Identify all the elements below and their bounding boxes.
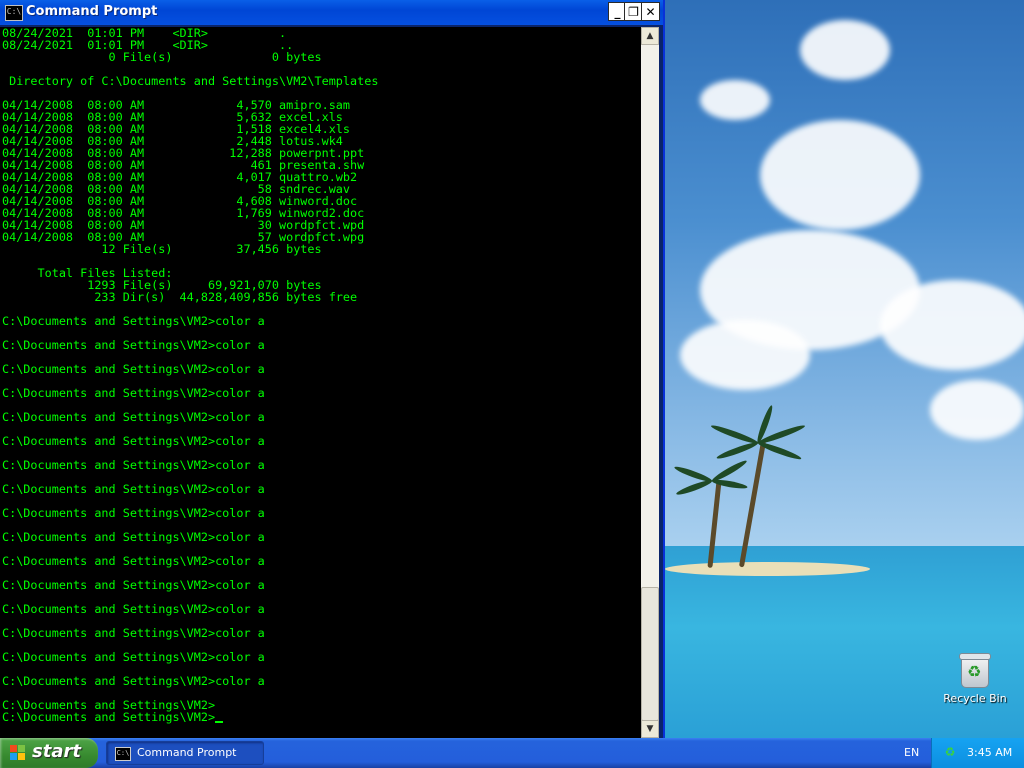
close-button[interactable]: ✕ <box>641 2 660 21</box>
windows-flag-icon <box>10 745 26 761</box>
console-output: 08/24/2021 01:01 PM <DIR> . 08/24/2021 01… <box>0 27 641 723</box>
console-line: C:\Documents and Settings\VM2>color a <box>2 314 265 328</box>
start-label: start <box>32 741 81 762</box>
console-line: C:\Documents and Settings\VM2>color a <box>2 530 265 544</box>
console-line: C:\Documents and Settings\VM2>color a <box>2 362 265 376</box>
vertical-scrollbar[interactable]: ▲ ▼ <box>641 27 659 738</box>
taskbar: start C:\ Command Prompt EN ♻ 3:45 AM <box>0 738 1024 768</box>
text-cursor <box>215 721 224 723</box>
console-line: Directory of C:\Documents and Settings\V… <box>2 74 379 88</box>
console-line: C:\Documents and Settings\VM2> <box>2 711 641 723</box>
island <box>665 562 870 576</box>
console-line: C:\Documents and Settings\VM2>color a <box>2 554 265 568</box>
recycle-bin-icon <box>959 653 991 688</box>
title-bar[interactable]: C:\ Command Prompt _ ❐ ✕ <box>0 0 663 25</box>
console-line: 12 File(s) 37,456 bytes <box>2 242 322 256</box>
start-button[interactable]: start <box>0 738 98 768</box>
console-line: C:\Documents and Settings\VM2>color a <box>2 338 265 352</box>
console-line: C:\Documents and Settings\VM2>color a <box>2 650 265 664</box>
console-line: C:\Documents and Settings\VM2>color a <box>2 410 265 424</box>
scroll-up-button[interactable]: ▲ <box>641 27 659 45</box>
console-line: C:\Documents and Settings\VM2>color a <box>2 434 265 448</box>
system-tray: ♻ 3:45 AM <box>931 738 1024 768</box>
scroll-thumb[interactable] <box>641 587 659 721</box>
desktop-icon-label: Recycle Bin <box>943 692 1007 705</box>
command-prompt-window[interactable]: C:\ Command Prompt _ ❐ ✕ 08/24/2021 01:0… <box>0 0 665 738</box>
console-line: C:\Documents and Settings\VM2>color a <box>2 626 265 640</box>
console-line: C:\Documents and Settings\VM2>color a <box>2 482 265 496</box>
console-line: C:\Documents and Settings\VM2>color a <box>2 674 265 688</box>
console-line: C:\Documents and Settings\VM2>color a <box>2 602 265 616</box>
console-area[interactable]: 08/24/2021 01:01 PM <DIR> . 08/24/2021 01… <box>0 27 641 738</box>
console-line: 0 File(s) 0 bytes <box>2 50 322 64</box>
console-line: C:\Documents and Settings\VM2>color a <box>2 458 265 472</box>
language-indicator[interactable]: EN <box>904 746 919 759</box>
desktop-icon-recycle-bin[interactable]: Recycle Bin <box>942 653 1008 705</box>
console-line: 233 Dir(s) 44,828,409,856 bytes free <box>2 290 358 304</box>
clock[interactable]: 3:45 AM <box>967 746 1012 759</box>
taskbar-item-command-prompt[interactable]: C:\ Command Prompt <box>106 741 264 765</box>
command-prompt-icon: C:\ <box>115 747 131 761</box>
console-line: C:\Documents and Settings\VM2>color a <box>2 578 265 592</box>
console-line: C:\Documents and Settings\VM2>color a <box>2 386 265 400</box>
console-line: C:\Documents and Settings\VM2>color a <box>2 506 265 520</box>
window-title: Command Prompt <box>26 4 158 19</box>
command-prompt-icon[interactable]: C:\ <box>5 5 23 21</box>
scroll-down-button[interactable]: ▼ <box>641 720 659 738</box>
taskbar-item-label: Command Prompt <box>137 746 237 759</box>
tray-recycle-icon[interactable]: ♻ <box>943 745 957 759</box>
